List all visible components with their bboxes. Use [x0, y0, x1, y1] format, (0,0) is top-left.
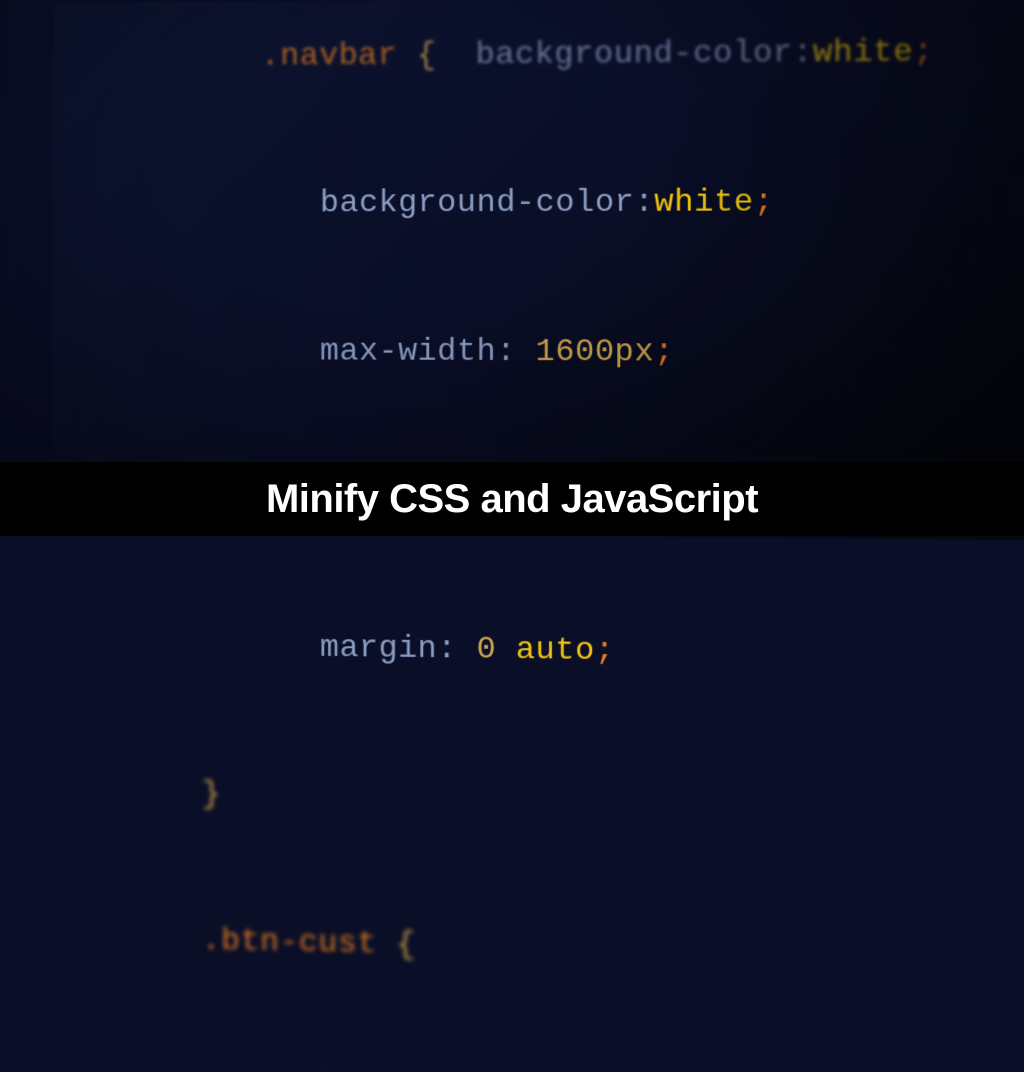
code-line: } [66, 718, 1024, 882]
code-line: .btn-cust { [66, 865, 1024, 1033]
css-colon: : [496, 333, 535, 370]
code-line: background-color:white; [66, 127, 1024, 278]
css-colon: : [793, 34, 813, 71]
css-semicolon: ; [754, 184, 774, 221]
css-value: white [813, 33, 913, 71]
css-value: white [654, 184, 754, 221]
css-brace: { [377, 926, 416, 964]
css-semicolon: ; [595, 632, 615, 669]
css-value: 0 [476, 630, 496, 667]
code-editor-viewport: .navbar { background-color:white; backgr… [8, 0, 1024, 540]
css-semicolon: ; [654, 333, 674, 370]
css-property: margin [320, 629, 437, 667]
css-property: max-width [320, 333, 496, 370]
css-brace: { [397, 36, 436, 73]
caption-text: Minify CSS and JavaScript [266, 477, 758, 522]
css-selector: .btn-cust [202, 922, 377, 962]
code-line: margin: 0 auto; [66, 571, 1024, 731]
css-semicolon: ; [913, 33, 933, 71]
css-colon: : [634, 184, 654, 221]
css-colon: : [437, 630, 476, 667]
css-value: auto [516, 631, 595, 669]
css-value: 1600px [536, 333, 655, 370]
css-brace: } [202, 775, 221, 812]
line-gutter [8, 4, 57, 533]
css-property: background-color [320, 184, 634, 222]
css-selector: .navbar [261, 36, 397, 74]
code-line: max-width: 1600px; [66, 277, 1024, 428]
code-line: .navbar { background-color:white; [66, 0, 1024, 131]
css-property: background-color [476, 34, 793, 73]
caption-bar: Minify CSS and JavaScript [0, 462, 1024, 536]
